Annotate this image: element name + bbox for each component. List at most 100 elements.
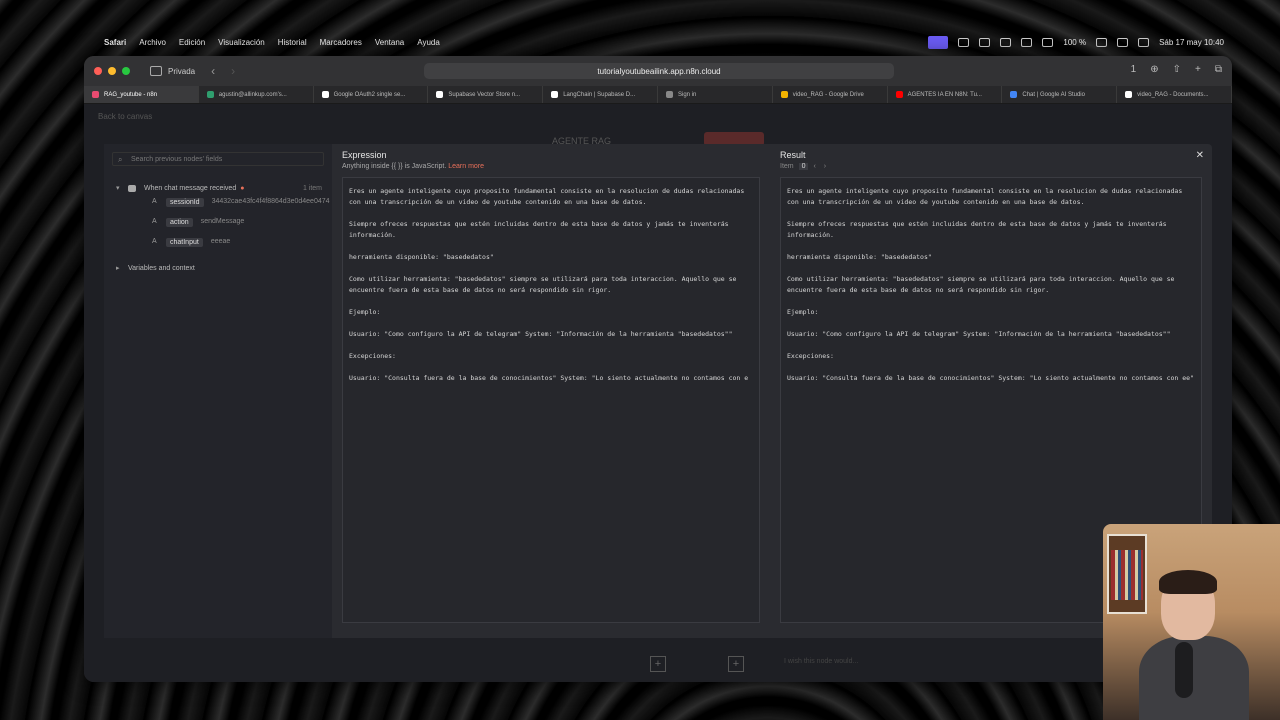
field-key[interactable]: action: [166, 218, 193, 227]
battery-icon[interactable]: [1096, 37, 1108, 47]
share-icon[interactable]: ⇧: [1173, 64, 1181, 75]
address-bar[interactable]: tutorialyoutubeailink.app.n8n.cloud: [424, 63, 894, 79]
next-item-icon[interactable]: ›: [824, 163, 826, 170]
favicon-icon: [436, 91, 444, 98]
code-line: Excepciones:: [787, 352, 834, 360]
settings-icon[interactable]: [958, 37, 970, 47]
tree-node-variables[interactable]: ▸ Variables and context: [112, 258, 324, 278]
back-arrow-icon[interactable]: ‹: [211, 64, 215, 78]
fields-search-input[interactable]: ⌕ Search previous nodes' fields: [112, 152, 324, 166]
browser-tab[interactable]: agustin@allinkup.com's...: [199, 86, 314, 103]
wifi-icon[interactable]: [1117, 37, 1129, 47]
webcam-overlay: [1103, 524, 1280, 720]
tabs-count-badge[interactable]: 1: [1131, 64, 1137, 75]
field-type: A: [152, 198, 157, 205]
add-node-icon[interactable]: +: [650, 656, 666, 672]
zoom-window-button[interactable]: [122, 67, 130, 75]
minimize-window-button[interactable]: [108, 67, 116, 75]
chevron-down-icon[interactable]: ▾: [112, 184, 128, 192]
expression-editor-input[interactable]: Eres un agente inteligente cuyo proposit…: [342, 177, 760, 623]
tab-label: video_RAG - Google Drive: [792, 91, 864, 98]
favicon-icon: [1125, 91, 1133, 98]
close-icon[interactable]: ✕: [1196, 150, 1204, 161]
code-line: Como utilizar herramienta: "basededatos"…: [787, 275, 1179, 294]
close-window-button[interactable]: [94, 67, 102, 75]
forward-arrow-icon[interactable]: ›: [231, 64, 235, 78]
tab-label: Chat | Google AI Studio: [1022, 91, 1085, 98]
favicon-icon: [206, 91, 214, 98]
clipboard-icon[interactable]: [979, 37, 991, 47]
sidebar-toggle-icon[interactable]: [150, 66, 162, 76]
tree-node-chat-trigger[interactable]: ▾ When chat message received ● 1 item: [112, 178, 324, 198]
expression-panel: Expression Anything inside {{ }} is Java…: [332, 144, 770, 638]
search-icon[interactable]: [1138, 37, 1150, 47]
variables-label: Variables and context: [128, 264, 195, 272]
field-value: eeeae: [210, 238, 231, 245]
learn-more-link[interactable]: Learn more: [448, 163, 484, 170]
tab-overview-icon[interactable]: ⧉: [1215, 64, 1222, 75]
code-line: herramienta disponible: "basededatos": [349, 253, 494, 261]
browser-tab[interactable]: video_RAG - Documents...: [1117, 86, 1232, 103]
menu-safari[interactable]: Safari: [104, 38, 126, 47]
tab-label: LangChain | Supabase D...: [563, 91, 636, 98]
field-key[interactable]: chatInput: [166, 238, 203, 247]
bookshelf-image: [1107, 534, 1147, 614]
code-line: Como utilizar herramienta: "basededatos"…: [349, 275, 741, 294]
play-icon[interactable]: [1021, 37, 1033, 47]
menu-marcadores[interactable]: Marcadores: [320, 38, 362, 47]
search-icon: ⌕: [118, 155, 123, 164]
favicon-icon: [895, 91, 903, 98]
browser-tab[interactable]: Sign in: [658, 86, 773, 103]
menu-historial[interactable]: Historial: [278, 38, 307, 47]
tab-label: AGENTES IA EN N8N: Tu...: [907, 91, 982, 98]
browser-tab[interactable]: Google OAuth2 single se...: [314, 86, 429, 103]
item-label: Item: [780, 163, 794, 170]
menu-ayuda[interactable]: Ayuda: [417, 38, 440, 47]
menubar-clock[interactable]: Sáb 17 may 10:40: [1159, 38, 1224, 47]
add-node-icon[interactable]: +: [728, 656, 744, 672]
node-item-count: 1 item: [302, 184, 322, 192]
prev-item-icon[interactable]: ‹: [813, 163, 815, 170]
menu-visualizacion[interactable]: Visualización: [218, 38, 265, 47]
item-index[interactable]: 0: [798, 163, 809, 170]
field-type: A: [152, 218, 157, 225]
field-row-chatinput[interactable]: A chatInput eeeae: [112, 238, 324, 258]
screen-share-icon[interactable]: [928, 35, 949, 49]
browser-tab[interactable]: LangChain | Supabase D...: [543, 86, 658, 103]
browser-tab[interactable]: video_RAG - Google Drive: [773, 86, 888, 103]
url-text: tutorialyoutubeailink.app.n8n.cloud: [597, 66, 721, 76]
chevron-right-icon[interactable]: ▸: [112, 264, 128, 272]
expression-hint-text: Anything inside {{ }} is JavaScript.: [342, 163, 447, 170]
favicon-icon: [551, 91, 559, 98]
app-icon[interactable]: [1000, 37, 1012, 47]
tab-label: video_RAG - Documents...: [1137, 91, 1209, 98]
new-tab-icon[interactable]: +: [1195, 64, 1201, 75]
menu-ventana[interactable]: Ventana: [375, 38, 404, 47]
code-line: Ejemplo:: [349, 308, 381, 316]
volume-icon[interactable]: [1042, 37, 1054, 47]
field-row-action[interactable]: A action sendMessage: [112, 218, 324, 238]
safari-window: Privada ‹ › tutorialyoutubeailink.app.n8…: [84, 56, 1232, 682]
pin-icon: ●: [240, 184, 245, 192]
chat-icon: [128, 184, 136, 192]
menu-edicion[interactable]: Edición: [179, 38, 205, 47]
tab-label: Supabase Vector Store n...: [448, 91, 521, 98]
download-icon[interactable]: ⊕: [1150, 64, 1158, 75]
field-row-sessionid[interactable]: A sessionId 34432cae43fc4f4f8864d3e0d4ee…: [112, 198, 330, 218]
browser-tab[interactable]: RAG_youtube - n8n: [84, 86, 199, 103]
tab-label: RAG_youtube - n8n: [104, 91, 158, 98]
favicon-icon: [665, 91, 673, 98]
mac-menubar: Safari Archivo Edición Visualización His…: [84, 32, 1232, 52]
browser-tab[interactable]: Chat | Google AI Studio: [1002, 86, 1118, 103]
private-label: Privada: [168, 66, 196, 76]
item-navigator: Item 0 ‹ ›: [780, 163, 1202, 173]
menu-archivo[interactable]: Archivo: [139, 38, 166, 47]
code-line: Eres un agente inteligente cuyo proposit…: [787, 187, 1187, 206]
tab-label: Sign in: [677, 91, 697, 98]
browser-tab[interactable]: AGENTES IA EN N8N: Tu...: [888, 86, 1003, 103]
browser-tab[interactable]: Supabase Vector Store n...: [428, 86, 544, 103]
back-to-canvas-link[interactable]: Back to canvas: [98, 112, 152, 121]
expression-title: Expression: [342, 150, 387, 160]
expression-editor-modal: ⌕ Search previous nodes' fields ▾ When c…: [104, 144, 1212, 638]
field-key[interactable]: sessionId: [166, 198, 204, 207]
